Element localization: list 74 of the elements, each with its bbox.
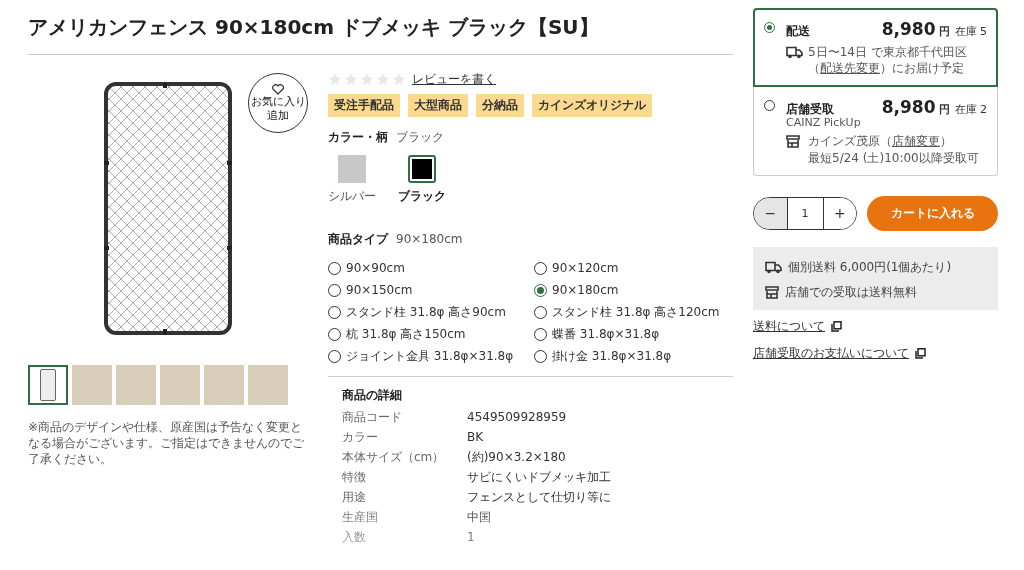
detail-value: (約)90×3.2×180 [467,448,567,466]
type-option[interactable]: 蝶番 31.8φ×31.8φ [534,326,733,342]
product-tag: 受注手配品 [328,94,400,117]
change-link[interactable]: 店舗変更 [892,134,940,149]
delivery-option-card[interactable]: 配送 8,980 円 在庫 5 5日〜14日 で東京都千代田区（配送先変更）にお届け予定 [753,8,998,88]
detail-key: 本体サイズ（cm） [342,448,467,466]
color-swatch[interactable] [338,155,366,183]
thumbnail[interactable] [248,365,288,405]
thumbnail[interactable] [72,365,112,405]
price: 8,980 [881,97,936,118]
color-swatch[interactable] [408,155,436,183]
truck-icon [786,46,803,59]
truck-icon [765,260,782,274]
shipping-note: 店舗での受取は送料無料 [785,283,917,301]
detail-value: サビにくいドブメッキ加工 [467,468,612,486]
product-tag: 大型商品 [408,94,468,117]
type-option[interactable]: 掛け金 31.8φ×31.8φ [534,348,733,364]
detail-value: 1 [467,530,476,544]
change-link[interactable]: 配送先変更 [820,61,880,76]
price: 8,980 [881,19,936,39]
details-heading: 商品の詳細 [342,387,403,404]
delivery-info: カインズ茂原（店舗変更） [808,133,953,150]
detail-key: 入数 [342,528,467,546]
stock-count: 在庫 5 [954,24,987,39]
product-tag: カインズオリジナル [532,94,652,117]
delivery-info: 5日〜14日 で東京都千代田区（配送先変更）にお届け予定 [808,44,968,77]
pickup-time: 最短5/24 (土)10:00以降受取可 [808,149,980,166]
type-option[interactable]: スタンド柱 31.8φ 高さ120cm [534,304,733,320]
shipping-note: 個別送料 6,000円(1個あたり) [788,258,952,276]
option-title: 店舗受取 [786,101,834,118]
type-option[interactable]: 90×90cm [328,260,534,276]
thumbnail[interactable] [116,365,156,405]
thumbnail[interactable] [204,365,244,405]
product-title: アメリカンフェンス 90×180cm ドブメッキ ブラック【SU】 [28,8,733,55]
type-option[interactable]: スタンド柱 31.8φ 高さ90cm [328,304,534,320]
type-option[interactable]: 90×150cm [328,282,534,298]
copy-icon [831,320,842,332]
detail-key: 特徴 [342,468,467,486]
store-icon [765,285,779,299]
detail-key: 生産国 [342,508,467,526]
stock-count: 在庫 2 [954,102,987,118]
swatch-label: ブラック [398,188,446,205]
color-value: ブラック [396,129,444,146]
color-label: カラー・柄 [328,129,388,146]
store-icon [786,135,800,149]
favorite-button[interactable]: お気に入り 追加 [248,73,308,133]
write-review-link[interactable]: レビューを書く [412,71,496,88]
type-option[interactable]: 90×120cm [534,260,733,276]
disclaimer-note: ※商品のデザインや仕様、原産国は予告なく変更となる場合がございます。ご指定はできませんのでご了承ください。 [28,419,305,468]
option-subtitle: CAINZ PickUp [786,116,862,130]
info-link[interactable]: 店舗受取のお支払いについて [753,344,909,362]
option-title: 配送 [786,23,810,40]
type-option[interactable]: 杭 31.8φ 高さ150cm [328,326,534,342]
type-option[interactable]: ジョイント金具 31.8φ×31.8φ [328,348,534,364]
detail-value: フェンスとして仕切り等に [467,488,612,506]
product-type-label: 商品タイプ [328,231,388,248]
thumbnail[interactable] [160,365,200,405]
type-option[interactable]: 90×180cm [534,282,733,298]
detail-key: カラー [342,428,467,446]
swatch-label: シルバー [328,188,376,205]
detail-value: 4549509928959 [467,410,568,424]
product-tag: 分納品 [476,94,524,117]
product-type-value: 90×180cm [396,232,463,246]
detail-key: 商品コード [342,408,467,426]
detail-value: 中国 [467,508,492,526]
detail-key: 用途 [342,488,467,506]
detail-value: BK [467,430,485,444]
heart-icon [272,84,284,96]
currency: 円 [938,24,950,39]
delivery-option-card[interactable]: 店舗受取 8,980 円 在庫 2 CAINZ PickUp カインズ茂原（店舗変更） 最短5/24 (土)10:00以降受取可 [753,87,998,176]
info-link[interactable]: 送料について [753,317,825,335]
thumbnail[interactable] [28,365,68,405]
copy-icon [915,347,926,359]
currency: 円 [938,102,950,118]
